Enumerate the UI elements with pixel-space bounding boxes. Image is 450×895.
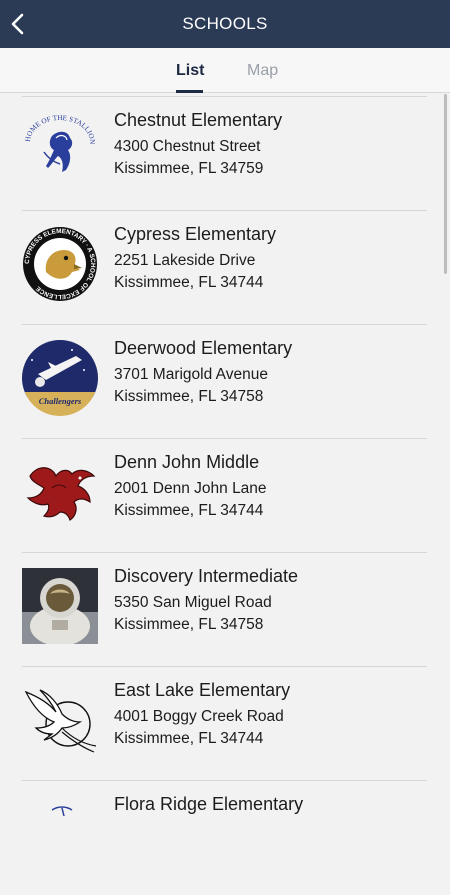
svg-text:Challengers: Challengers <box>39 396 82 406</box>
eagle-seal-logo-icon: CYPRESS ELEMENTARY · A SCHOOL OF EXCELLE… <box>23 227 97 301</box>
list-item[interactable]: Discovery Intermediate 5350 San Miguel R… <box>0 553 450 667</box>
school-address: 3701 Marigold Avenue <box>114 366 268 383</box>
school-name: Discovery Intermediate <box>114 566 299 586</box>
school-address: 2251 Lakeside Drive <box>114 252 256 269</box>
list-item[interactable]: Flora Ridge Elementary <box>0 781 450 895</box>
school-city: Kissimmee, FL 34758 <box>114 616 264 633</box>
tab-bar: List Map <box>0 48 450 93</box>
active-tab-indicator <box>176 90 203 93</box>
stallion-logo-icon: HOME OF THE STALLIONS <box>22 112 96 172</box>
school-address: 4300 Chestnut Street <box>114 138 261 155</box>
school-city: Kissimmee, FL 34758 <box>114 388 264 405</box>
list-item[interactable]: HOME OF THE STALLIONS Chestnut Elementar… <box>0 97 450 211</box>
school-city: Kissimmee, FL 34744 <box>114 730 264 747</box>
school-name: Cypress Elementary <box>114 224 277 244</box>
school-city: Kissimmee, FL 34759 <box>114 160 264 177</box>
list-item[interactable]: Challengers Deerwood Elementary 3701 Mar… <box>0 325 450 439</box>
eagle-logo-icon <box>24 689 97 753</box>
school-address: 5350 San Miguel Road <box>114 594 272 611</box>
dragon-logo-icon <box>26 467 96 521</box>
school-logo-icon <box>51 806 73 817</box>
school-name: Denn John Middle <box>114 452 260 472</box>
school-address: 4001 Boggy Creek Road <box>114 708 284 725</box>
school-name: East Lake Elementary <box>114 680 291 700</box>
list-item[interactable]: East Lake Elementary 4001 Boggy Creek Ro… <box>0 667 450 781</box>
tab-map[interactable]: Map <box>247 62 278 80</box>
astronaut-photo-icon <box>22 568 98 644</box>
school-city: Kissimmee, FL 34744 <box>114 274 264 291</box>
school-address: 2001 Denn John Lane <box>114 480 267 497</box>
list-item[interactable]: Denn John Middle 2001 Denn John Lane Kis… <box>0 439 450 553</box>
page-title: SCHOOLS <box>182 14 268 33</box>
space-shuttle-logo-icon: Challengers <box>22 340 98 416</box>
school-city: Kissimmee, FL 34744 <box>114 502 264 519</box>
school-name: Flora Ridge Elementary <box>114 794 304 814</box>
app-header: SCHOOLS <box>0 0 450 48</box>
tab-list[interactable]: List <box>176 62 204 80</box>
scrollbar[interactable] <box>444 94 447 274</box>
list-item[interactable]: CYPRESS ELEMENTARY · A SCHOOL OF EXCELLE… <box>0 211 450 325</box>
school-name: Chestnut Elementary <box>114 110 283 130</box>
school-name: Deerwood Elementary <box>114 338 293 358</box>
